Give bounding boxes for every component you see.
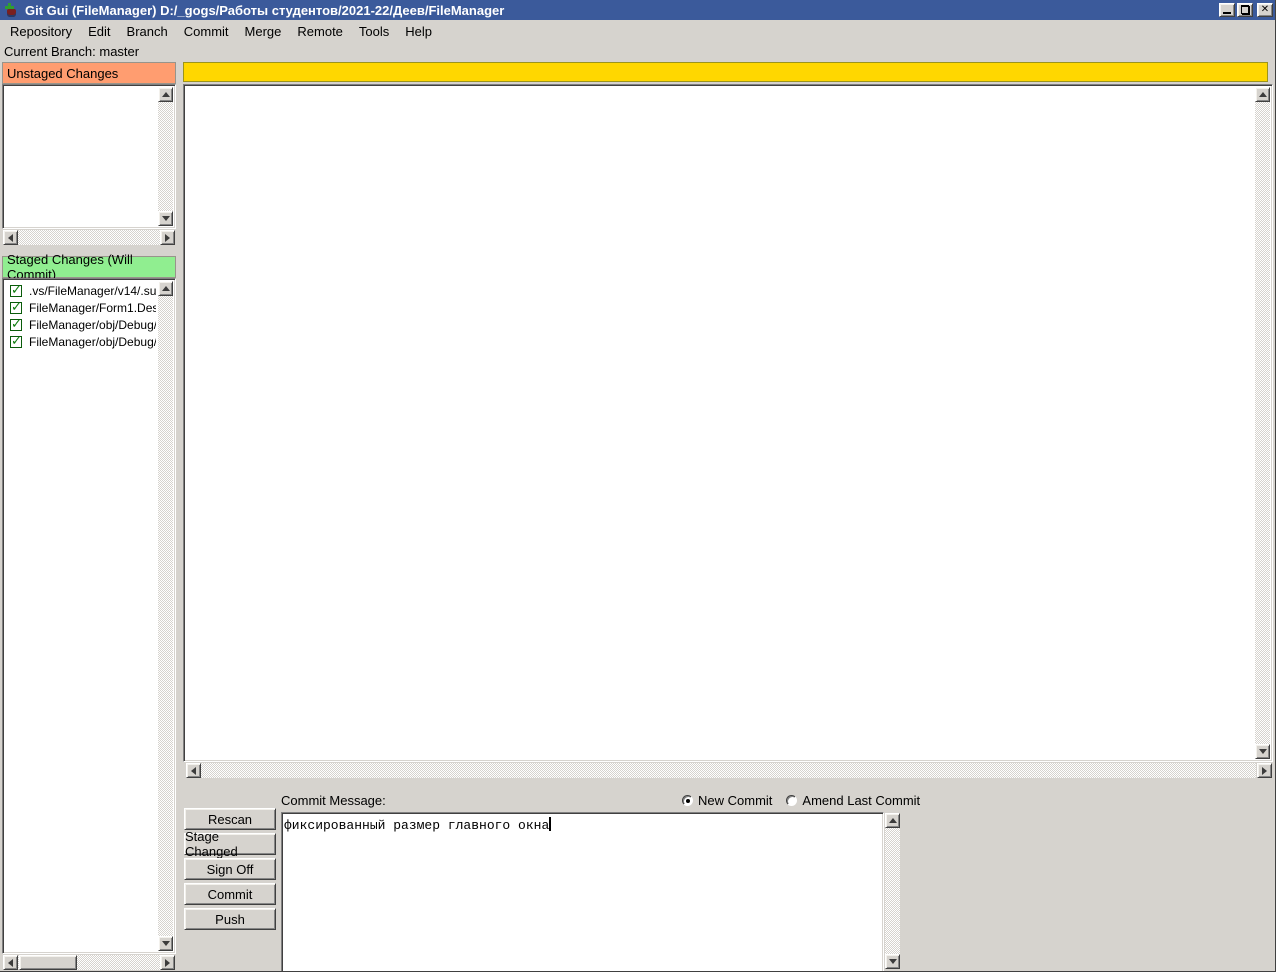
staged-hscrollbar[interactable] [2, 954, 176, 971]
menu-remote[interactable]: Remote [289, 22, 351, 41]
unstaged-scroll-up-button[interactable] [158, 87, 173, 102]
message-scroll-up-button[interactable] [885, 813, 900, 828]
menu-edit[interactable]: Edit [80, 22, 118, 41]
staged-scroll-right-button[interactable] [160, 955, 175, 970]
arrow-down-icon [889, 959, 897, 964]
staged-file-path[interactable]: FileManager/obj/Debug/ [29, 335, 156, 349]
diff-hscroll-track[interactable] [201, 763, 1256, 778]
stage-changed-button[interactable]: Stage Changed [184, 833, 276, 855]
staged-file-row[interactable]: FileManager/obj/Debug/ [5, 333, 156, 350]
sign-off-button[interactable]: Sign Off [184, 858, 276, 880]
arrow-up-icon [889, 818, 897, 823]
message-vscroll-track[interactable] [885, 828, 900, 954]
commit-message-text: фиксированный размер главного окна [284, 818, 549, 833]
git-gui-window: Git Gui (FileManager) D:/_gogs/Работы ст… [0, 0, 1276, 972]
staged-checkbox-icon[interactable] [10, 302, 22, 314]
menu-help[interactable]: Help [397, 22, 440, 41]
unstaged-file-list[interactable] [2, 84, 176, 229]
window-title: Git Gui (FileManager) D:/_gogs/Работы ст… [25, 3, 1276, 18]
diff-view[interactable] [183, 84, 1273, 762]
arrow-right-icon [1262, 767, 1267, 775]
unstaged-scroll-right-button[interactable] [160, 230, 175, 245]
staged-vscroll-track[interactable] [158, 296, 173, 936]
staged-checkbox-icon[interactable] [10, 285, 22, 297]
staged-file-path[interactable]: FileManager/Form1.Desi [29, 301, 156, 315]
restore-icon [1241, 6, 1250, 14]
staged-file-row[interactable]: FileManager/Form1.Desi [5, 299, 156, 316]
arrow-left-icon [191, 767, 196, 775]
title-bar[interactable]: Git Gui (FileManager) D:/_gogs/Работы ст… [0, 0, 1276, 20]
current-branch-label: Current Branch: master [4, 44, 139, 59]
diff-vscroll-track[interactable] [1255, 102, 1270, 744]
diff-scroll-up-button[interactable] [1255, 87, 1270, 102]
close-icon: ✕ [1261, 5, 1269, 15]
message-scroll-down-button[interactable] [885, 954, 900, 969]
staged-vscrollbar[interactable] [158, 281, 173, 951]
staged-checkbox-icon[interactable] [10, 319, 22, 331]
menu-bar: Repository Edit Branch Commit Merge Remo… [0, 20, 1276, 42]
menu-branch[interactable]: Branch [119, 22, 176, 41]
unstaged-vscrollbar[interactable] [158, 87, 173, 226]
staged-file-path[interactable]: FileManager/obj/Debug/ [29, 318, 156, 332]
arrow-right-icon [165, 959, 170, 967]
window-controls: ✕ [1217, 3, 1273, 17]
commit-message-input[interactable]: фиксированный размер главного окна [281, 812, 884, 972]
git-gui-app-icon [4, 3, 19, 18]
arrow-down-icon [162, 216, 170, 221]
menu-merge[interactable]: Merge [237, 22, 290, 41]
staged-file-row[interactable]: .vs/FileManager/v14/.su [5, 282, 156, 299]
arrow-up-icon [162, 92, 170, 97]
amend-last-commit-radio-label[interactable]: Amend Last Commit [802, 793, 920, 808]
commit-message-vscrollbar[interactable] [884, 812, 901, 970]
commit-type-radio-group: New Commit Amend Last Commit [682, 793, 934, 808]
staged-file-row[interactable]: FileManager/obj/Debug/ [5, 316, 156, 333]
app-icon-body [7, 9, 16, 17]
arrow-down-icon [162, 941, 170, 946]
arrow-left-icon [8, 959, 13, 967]
minimize-button[interactable] [1219, 3, 1235, 17]
text-caret [549, 817, 551, 831]
unstaged-scroll-left-button[interactable] [3, 230, 18, 245]
rescan-button[interactable]: Rescan [184, 808, 276, 830]
staged-file-path[interactable]: .vs/FileManager/v14/.su [29, 284, 156, 298]
unstaged-hscroll-track[interactable] [18, 230, 160, 245]
close-button[interactable]: ✕ [1257, 3, 1273, 17]
diff-scroll-right-button[interactable] [1257, 763, 1272, 778]
staged-changes-header: Staged Changes (Will Commit) [2, 256, 176, 278]
arrow-right-icon [165, 234, 170, 242]
staged-file-rows: .vs/FileManager/v14/.su FileManager/Form… [5, 282, 156, 350]
push-button[interactable]: Push [184, 908, 276, 930]
staged-scroll-left-button[interactable] [3, 955, 18, 970]
unstaged-scroll-down-button[interactable] [158, 211, 173, 226]
diff-header-bar [183, 62, 1268, 82]
new-commit-radio-label[interactable]: New Commit [698, 793, 772, 808]
new-commit-radio[interactable] [682, 795, 693, 806]
commit-message-label: Commit Message: [281, 793, 386, 808]
arrow-up-icon [1259, 92, 1267, 97]
staged-file-list[interactable]: .vs/FileManager/v14/.su FileManager/Form… [2, 278, 176, 954]
menu-tools[interactable]: Tools [351, 22, 397, 41]
minimize-icon [1223, 12, 1231, 14]
menu-repository[interactable]: Repository [2, 22, 80, 41]
unstaged-vscroll-track[interactable] [158, 102, 173, 211]
arrow-left-icon [8, 234, 13, 242]
restore-button[interactable] [1237, 3, 1253, 17]
arrow-down-icon [1259, 749, 1267, 754]
menu-commit[interactable]: Commit [176, 22, 237, 41]
staged-hscroll-thumb[interactable] [19, 955, 77, 970]
unstaged-changes-header: Unstaged Changes [2, 62, 176, 84]
amend-last-commit-radio[interactable] [786, 795, 797, 806]
diff-vscrollbar[interactable] [1255, 87, 1270, 759]
diff-scroll-down-button[interactable] [1255, 744, 1270, 759]
staged-scroll-up-button[interactable] [158, 281, 173, 296]
diff-hscrollbar[interactable] [184, 762, 1273, 779]
staged-scroll-down-button[interactable] [158, 936, 173, 951]
unstaged-hscrollbar[interactable] [2, 229, 176, 246]
staged-checkbox-icon[interactable] [10, 336, 22, 348]
commit-button[interactable]: Commit [184, 883, 276, 905]
diff-scroll-left-button[interactable] [186, 763, 201, 778]
arrow-up-icon [162, 286, 170, 291]
